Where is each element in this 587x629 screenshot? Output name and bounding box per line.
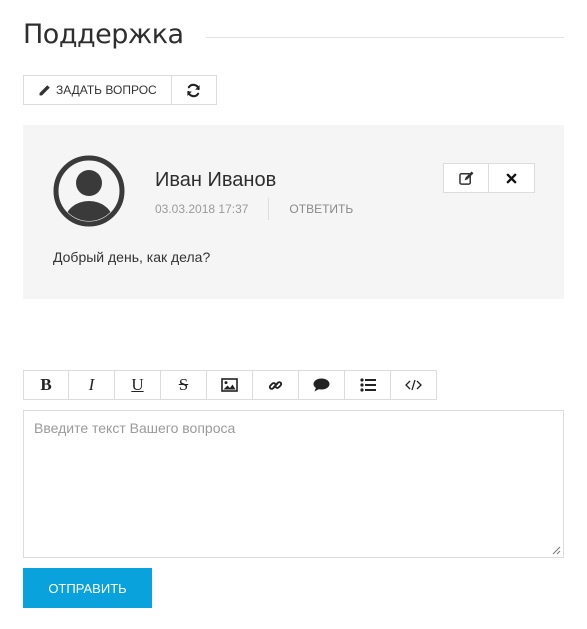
list-button[interactable] <box>345 370 391 400</box>
quote-button[interactable] <box>299 370 345 400</box>
comment-meta: 03.03.2018 17:37 ОТВЕТИТЬ <box>155 198 353 220</box>
bold-label: B <box>40 375 52 394</box>
refresh-button[interactable] <box>171 75 217 105</box>
page-header: Поддержка <box>23 14 564 54</box>
support-toolbar: ЗАДАТЬ ВОПРОС <box>23 75 217 105</box>
edit-comment-button[interactable] <box>443 163 489 193</box>
pencil-icon <box>39 84 50 95</box>
strikethrough-button[interactable]: S <box>161 370 207 400</box>
insert-link-button[interactable] <box>253 370 299 400</box>
underline-button[interactable]: U <box>115 370 161 400</box>
underline-label: U <box>131 375 144 394</box>
comment-card: Иван Иванов 03.03.2018 17:37 ОТВЕТИТЬ До… <box>23 125 564 299</box>
code-button[interactable] <box>391 370 437 400</box>
bold-button[interactable]: B <box>23 370 69 400</box>
link-icon <box>268 380 283 390</box>
user-avatar-icon <box>53 155 125 227</box>
code-icon <box>405 379 422 391</box>
question-textarea[interactable] <box>23 410 564 558</box>
italic-label: I <box>88 375 95 394</box>
editor-toolbar: B I U S <box>23 370 437 400</box>
ask-question-button[interactable]: ЗАДАТЬ ВОПРОС <box>23 75 172 105</box>
edit-icon <box>458 171 473 185</box>
comment-author: Иван Иванов <box>155 169 277 191</box>
insert-image-button[interactable] <box>207 370 253 400</box>
title-divider <box>205 36 564 38</box>
ask-question-label: ЗАДАТЬ ВОПРОС <box>56 83 157 97</box>
strikethrough-label: S <box>178 375 189 394</box>
reply-link[interactable]: ОТВЕТИТЬ <box>289 202 353 216</box>
close-icon <box>506 173 517 183</box>
speech-bubble-icon <box>313 378 330 392</box>
comment-text: Добрый день, как дела? <box>53 249 211 265</box>
meta-divider <box>268 198 270 220</box>
delete-comment-button[interactable] <box>489 163 535 193</box>
italic-button[interactable]: I <box>69 370 115 400</box>
comment-actions <box>443 163 535 193</box>
page-title: Поддержка <box>23 18 184 50</box>
refresh-icon <box>187 83 200 97</box>
comment-date: 03.03.2018 17:37 <box>155 202 249 216</box>
image-icon <box>221 378 238 392</box>
list-icon <box>359 378 376 392</box>
submit-button[interactable]: ОТПРАВИТЬ <box>23 568 152 608</box>
